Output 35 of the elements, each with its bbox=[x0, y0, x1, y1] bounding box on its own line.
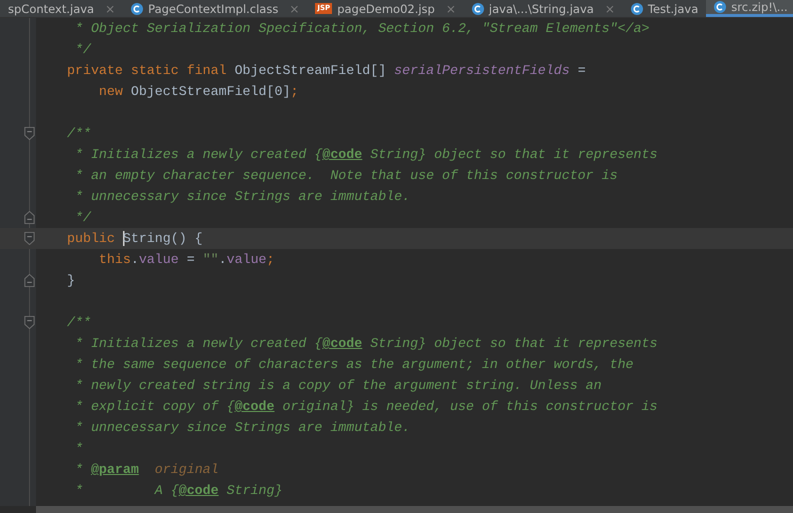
code-line: * unnecessary since Strings are immutable. bbox=[74, 419, 412, 437]
code-line: */ bbox=[74, 41, 92, 59]
fold-icon[interactable] bbox=[24, 232, 35, 245]
editor-tab[interactable]: PageContextImpl.class × bbox=[123, 0, 308, 17]
code-line: } bbox=[66, 272, 76, 290]
class-icon bbox=[472, 2, 484, 14]
class-icon bbox=[630, 2, 643, 14]
scrollbar[interactable] bbox=[36, 506, 793, 513]
code-line: * newly created string is a copy of the argument string. Unless an bbox=[74, 377, 603, 395]
code-line: private static final ObjectStreamField[] serialPersistentFields = bbox=[66, 62, 587, 80]
class-icon bbox=[131, 2, 144, 14]
editor-tab[interactable]: java\...\String.java × bbox=[464, 0, 623, 17]
editor-tab[interactable]: src.zip!\... bbox=[706, 0, 793, 17]
code-line: */ bbox=[74, 209, 92, 227]
code-line: /** bbox=[66, 125, 92, 143]
code-line: * Initializes a newly created {@code String} object so that it represents bbox=[74, 146, 658, 164]
fold-icon[interactable] bbox=[24, 274, 35, 287]
code-line: * bbox=[74, 440, 84, 458]
code-line: * the same sequence of characters as the argument; in other words, the bbox=[74, 356, 635, 374]
code-line: * explicit copy of {@code original} is needed, use of this constructor is bbox=[74, 398, 658, 416]
code-line: * an empty character sequence. Note that use of this constructor is bbox=[74, 167, 619, 185]
code-line: this.value = "".value; bbox=[98, 251, 276, 269]
class-icon bbox=[714, 1, 726, 13]
code-line: new ObjectStreamField[0]; bbox=[98, 83, 300, 101]
code-line: * Object Serialization Specification, Section 6.2, "Stream Elements"</a> bbox=[74, 20, 650, 38]
fold-icon[interactable] bbox=[24, 211, 35, 224]
fold-icon[interactable] bbox=[24, 127, 35, 140]
editor-tab[interactable]: spContext.java × bbox=[0, 0, 124, 17]
code-line: * Initializes a newly created {@code String} object so that it represents bbox=[74, 335, 658, 353]
code-line: * unnecessary since Strings are immutable. bbox=[74, 188, 412, 206]
code-line: /** bbox=[66, 314, 92, 332]
code-line: * @param original bbox=[74, 461, 220, 479]
fold-icon[interactable] bbox=[24, 316, 35, 329]
editor-tab[interactable]: Test.java bbox=[622, 0, 706, 17]
code-line: * A {@code String} bbox=[74, 482, 284, 500]
